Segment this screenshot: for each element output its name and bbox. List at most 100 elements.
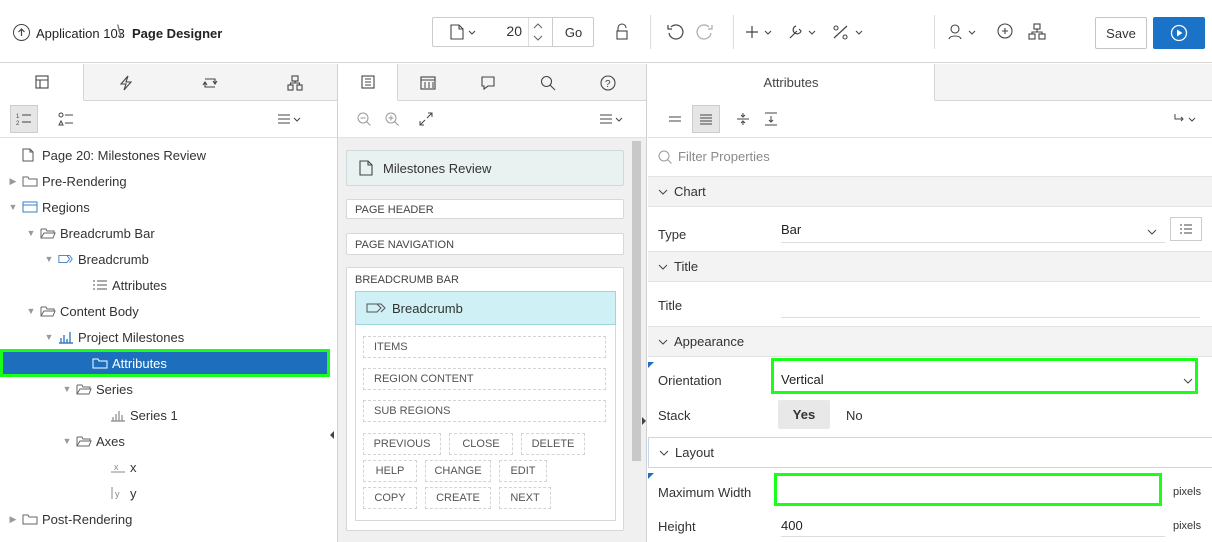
go-button[interactable]: Go [552,17,594,47]
button-position-slot[interactable]: EDIT [499,460,547,482]
stack-no-toggle[interactable]: No [846,408,863,423]
comments-icon[interactable] [990,17,1020,47]
expand-all-icon[interactable] [758,105,784,133]
stack-yes-toggle[interactable]: Yes [778,400,830,429]
list-picker-icon[interactable] [1170,217,1202,241]
tree-node-series-1[interactable]: Series 1 [0,402,330,428]
tree-node-pre-rendering[interactable]: ▶ Pre-Rendering [0,168,330,194]
tree-node-project-milestones[interactable]: ▼ Project Milestones [0,324,330,350]
page-finder-button[interactable] [444,17,484,47]
go-to-group-icon[interactable] [1168,105,1204,133]
collapse-all-icon[interactable] [730,105,756,133]
layout-icon [360,75,375,89]
save-button[interactable]: Save [1095,17,1147,49]
chevron-down-icon [658,264,668,270]
zoom-in-icon[interactable] [380,105,404,133]
tree-node-breadcrumb[interactable]: ▼ Breadcrumb [0,246,330,272]
page-number-stepper[interactable] [528,18,546,46]
tab-shared-components[interactable] [252,64,337,101]
button-position-slot[interactable]: DELETE [521,433,585,455]
button-position-slot[interactable]: CHANGE [425,460,491,482]
team-development-icon[interactable] [944,17,984,47]
tab-search[interactable] [518,64,578,101]
zoom-out-icon[interactable] [352,105,376,133]
collapse-toggle-icon[interactable]: ▼ [62,384,72,394]
tab-processing[interactable] [168,64,252,101]
orientation-select[interactable]: Vertical [781,372,824,387]
page-number-input[interactable]: 20 [496,23,522,39]
tree-menu-icon[interactable] [272,105,308,133]
tab-help[interactable]: ? [578,64,638,101]
tree-node-breadcrumb-bar[interactable]: ▼ Breadcrumb Bar [0,220,330,246]
execution-order-icon[interactable] [54,105,78,133]
tree-node-breadcrumb-attributes[interactable]: Attributes [0,272,330,298]
create-menu-icon[interactable] [740,17,780,47]
collapse-toggle-icon[interactable]: ▼ [8,202,18,212]
height-input[interactable]: 400 [781,518,803,533]
folder-icon [22,512,38,526]
tree-node-axis-y[interactable]: yy [0,480,330,506]
type-select[interactable]: Bar [781,222,801,237]
section-layout[interactable]: Layout [648,437,1212,468]
utilities-wrench-icon[interactable] [784,17,824,47]
sub-regions-slot[interactable]: SUB REGIONS [363,400,606,422]
run-page-button[interactable] [1153,17,1205,49]
tab-attributes[interactable]: Attributes [648,64,935,101]
section-chart[interactable]: Chart [648,176,1212,207]
expand-icon[interactable] [414,105,438,133]
tree-node-content-body[interactable]: ▼ Content Body [0,298,330,324]
collapse-toggle-icon[interactable]: ▼ [26,306,36,316]
show-common-icon[interactable] [662,105,688,133]
button-position-slot[interactable]: COPY [363,487,417,509]
page-layout-title[interactable]: Milestones Review [346,150,624,186]
tree-node-regions[interactable]: ▼ Regions [0,194,330,220]
tree-node-series[interactable]: ▼ Series [0,376,330,402]
tab-rendering[interactable] [0,64,84,101]
app-name-link[interactable]: Application 103 [36,26,125,41]
tree-node-post-rendering[interactable]: ▶ Post-Rendering [0,506,330,532]
filter-properties-input[interactable]: Filter Properties [678,149,770,164]
button-position-slot[interactable]: PREVIOUS [363,433,441,455]
button-position-slot[interactable]: HELP [363,460,417,482]
left-splitter[interactable] [326,64,336,542]
undo-icon[interactable] [660,17,690,47]
section-title[interactable]: Title [648,251,1212,282]
maximum-width-input[interactable] [774,473,1162,506]
tree-node-chart-attributes[interactable]: Attributes [0,349,330,377]
breadcrumb-region[interactable]: Breadcrumb [355,291,616,325]
collapse-toggle-icon[interactable]: ▼ [44,332,54,342]
collapse-toggle-icon[interactable]: ▼ [44,254,54,264]
region-content-slot[interactable]: REGION CONTENT [363,368,606,390]
filter-properties[interactable]: Filter Properties [658,149,770,164]
tree-node-axis-x[interactable]: xx [0,454,330,480]
tab-dynamic-actions[interactable] [84,64,168,101]
mid-splitter[interactable] [638,64,646,542]
button-position-slot[interactable]: CLOSE [449,433,513,455]
lock-icon[interactable] [607,17,637,47]
redo-icon[interactable] [690,17,720,47]
tree-node-axes[interactable]: ▼ Axes [0,428,330,454]
page-header-slot[interactable]: PAGE HEADER [346,199,624,219]
component-view-icon[interactable]: 12 [10,105,38,133]
app-home-icon[interactable] [13,24,30,41]
layout-menu-icon[interactable] [594,105,630,133]
toolbar-divider [733,15,734,49]
show-all-icon[interactable] [692,105,720,133]
processing-icon [202,77,218,88]
section-appearance[interactable]: Appearance [648,326,1212,357]
button-position-slot[interactable]: CREATE [425,487,491,509]
shared-objects-icon[interactable] [1022,17,1052,47]
collapse-toggle-icon[interactable]: ▼ [62,436,72,446]
tree-node-page[interactable]: Page 20: Milestones Review [0,142,330,168]
expand-toggle-icon[interactable]: ▶ [8,514,18,525]
tab-layout[interactable] [338,64,398,101]
items-slot[interactable]: ITEMS [363,336,606,358]
expand-toggle-icon[interactable]: ▶ [8,176,18,187]
title-input[interactable] [781,317,1200,318]
page-navigation-slot[interactable]: PAGE NAVIGATION [346,233,624,255]
shared-components-icon[interactable] [828,17,872,47]
tab-component-view[interactable] [398,64,458,101]
button-position-slot[interactable]: NEXT [499,487,551,509]
collapse-toggle-icon[interactable]: ▼ [26,228,36,238]
tab-messages[interactable] [458,64,518,101]
